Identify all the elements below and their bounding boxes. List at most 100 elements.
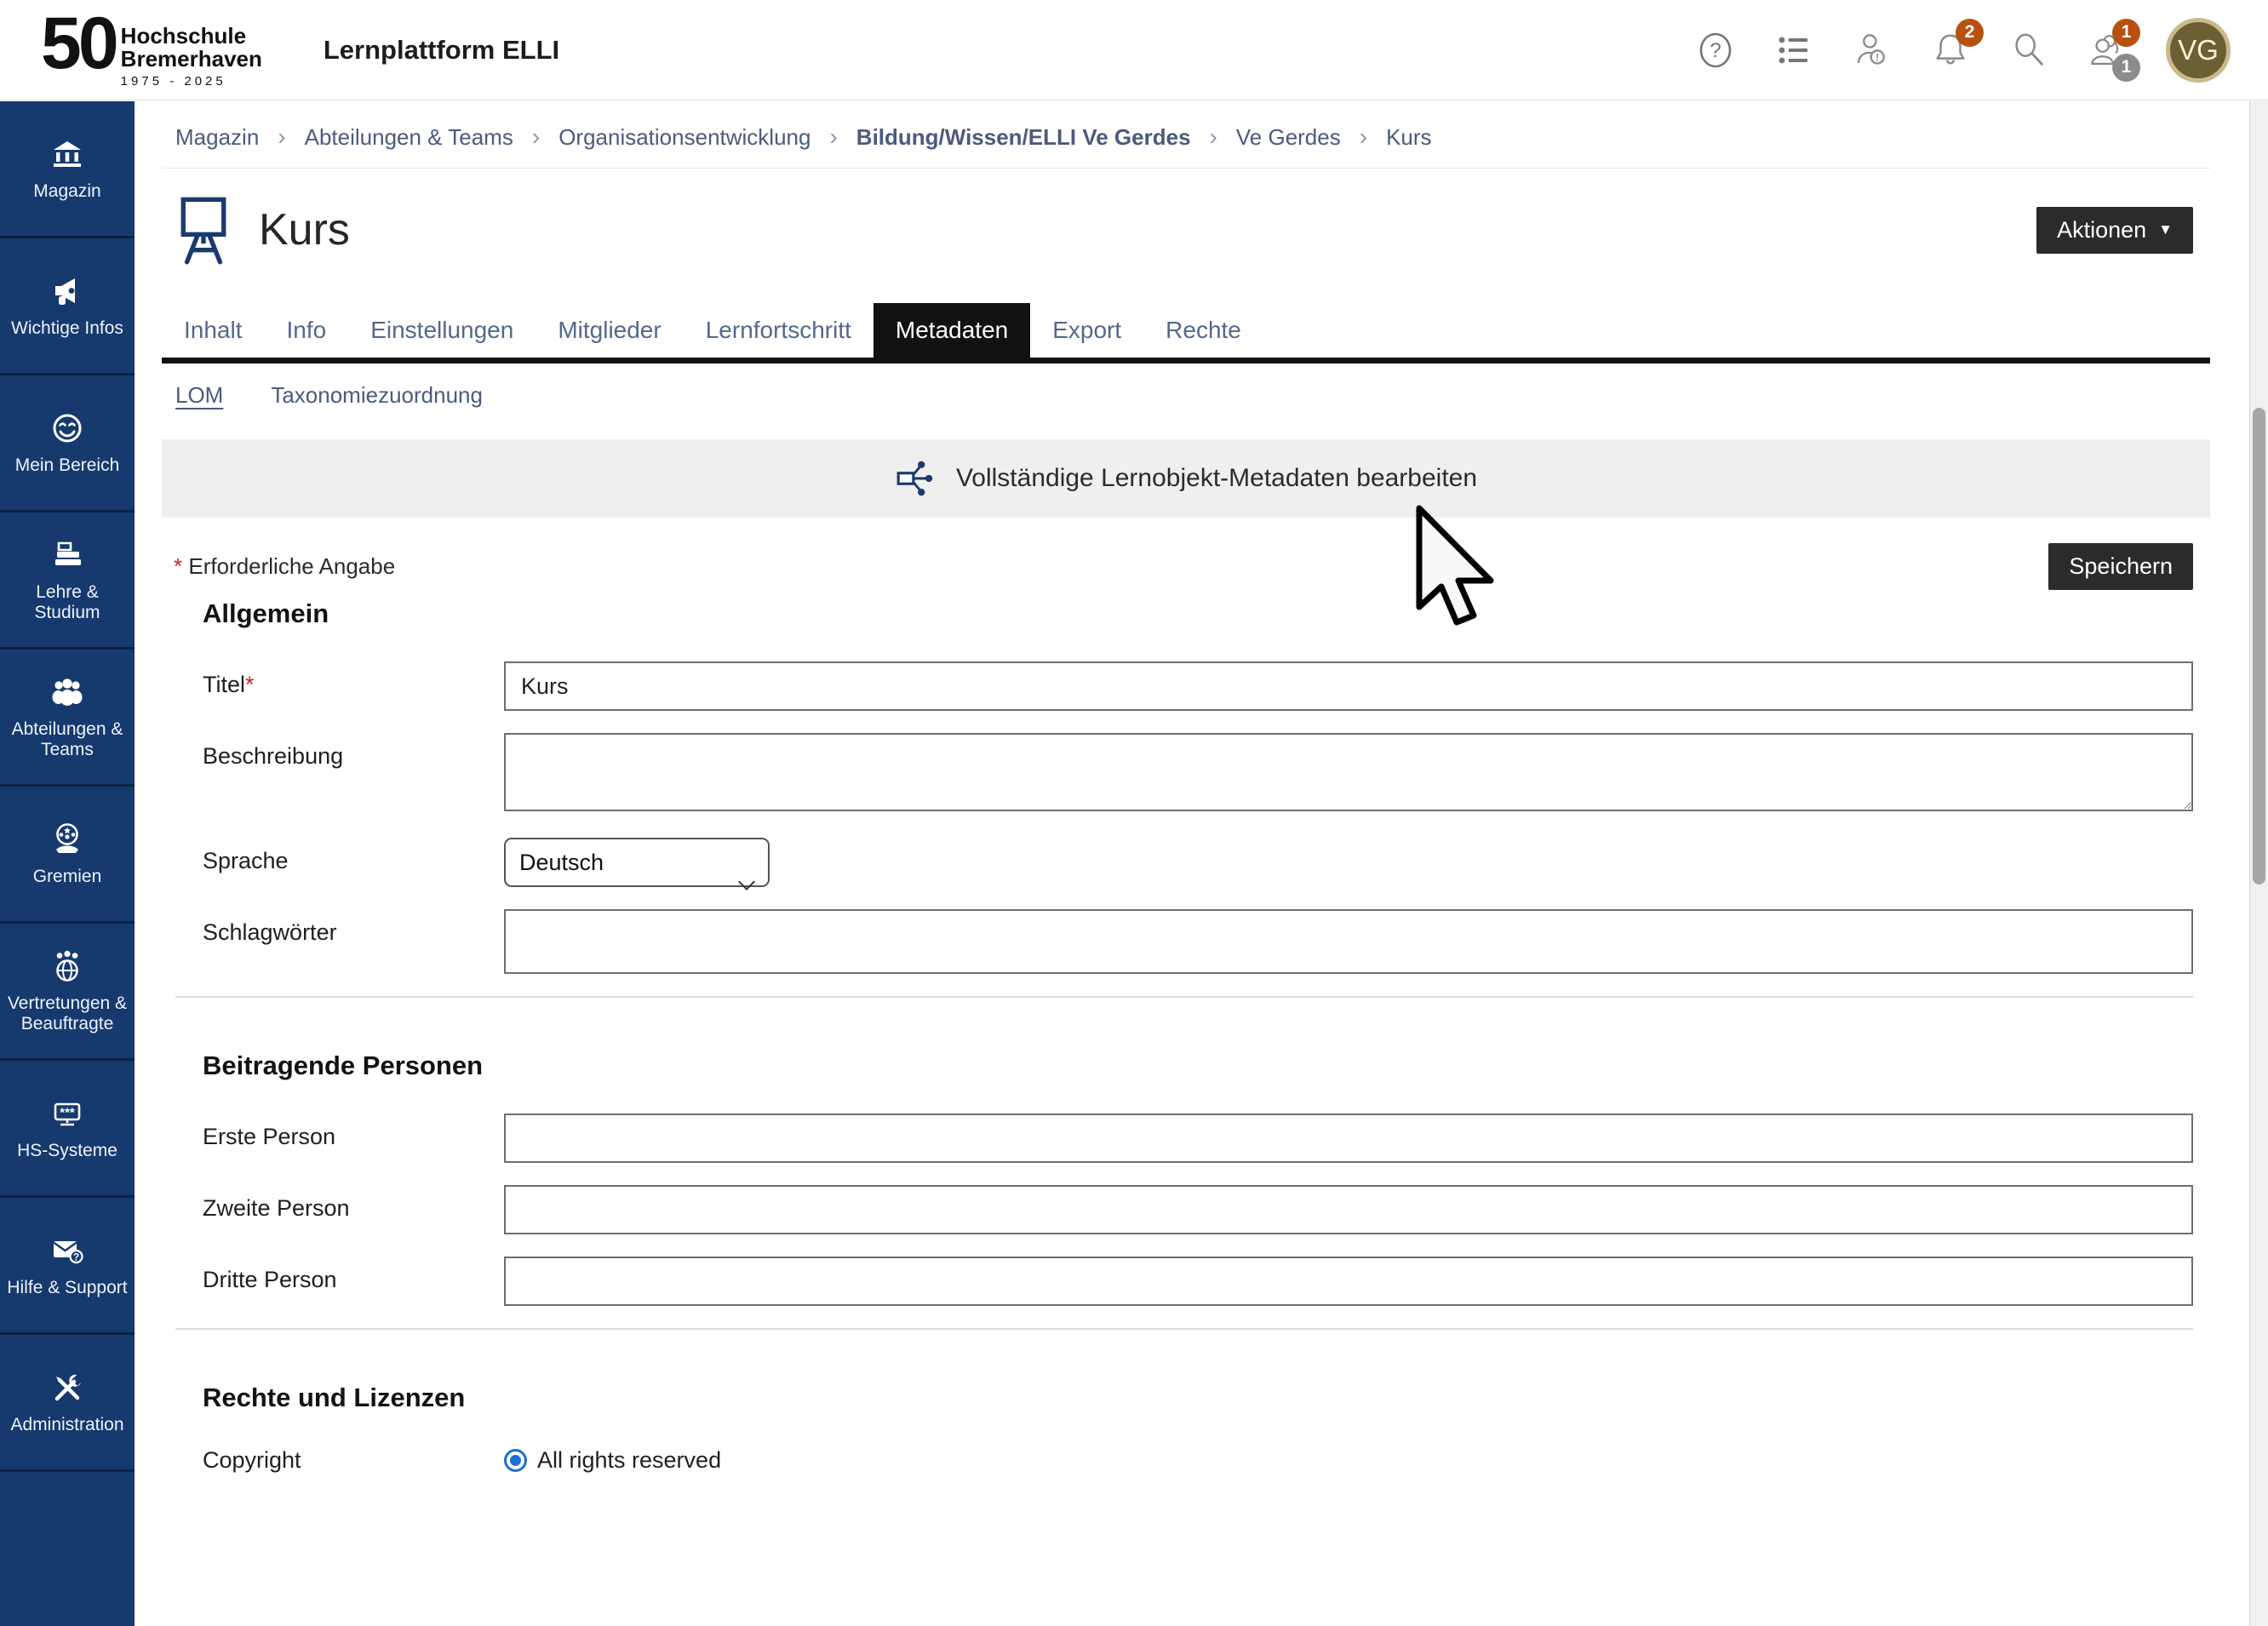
app-window: 50 Hochschule Bremerhaven 1975 - 2025 Le…	[0, 0, 2268, 1626]
tab-rechte[interactable]: Rechte	[1143, 303, 1263, 358]
aktionen-button[interactable]: Aktionen ▼	[2036, 207, 2193, 254]
sidebar-item-mein-bereich[interactable]: Mein Bereich	[0, 375, 135, 512]
breadcrumb-item-ve-gerdes[interactable]: Ve Gerdes	[1236, 124, 1341, 151]
sidebar-label: Abteilungen & Teams	[0, 719, 135, 760]
tab-info[interactable]: Info	[265, 303, 349, 358]
form-row-sprache: Sprache Deutsch	[162, 838, 2210, 887]
erste-person-control	[504, 1114, 2193, 1163]
form-row-schlagwoerter: Schlagwörter	[162, 909, 2210, 974]
committee-icon	[48, 821, 87, 858]
sidebar-item-gremien[interactable]: Gremien	[0, 787, 135, 924]
hochschule-bremerhaven-logo[interactable]: 50 Hochschule Bremerhaven 1975 - 2025	[41, 11, 262, 89]
breadcrumb-item-organisationsentwicklung[interactable]: Organisationsentwicklung	[558, 124, 810, 151]
scrollbar-thumb[interactable]	[2253, 408, 2265, 885]
user-avatar[interactable]: VG	[2166, 18, 2231, 83]
metadata-nodes-icon	[895, 459, 937, 498]
breadcrumb-item-magazin[interactable]: Magazin	[175, 124, 259, 151]
bullet-list-icon	[1774, 31, 1813, 70]
beschreibung-textarea[interactable]	[504, 733, 2193, 811]
sidebar-label: Mein Bereich	[13, 455, 123, 476]
subtab-lom[interactable]: LOM	[175, 382, 223, 409]
subtab-taxonomiezuordnung[interactable]: Taxonomiezuordnung	[271, 382, 483, 409]
page-title-row: Kurs Aktionen ▼	[162, 186, 2210, 274]
breadcrumb: Magazin › Abteilungen & Teams › Organisa…	[162, 101, 2210, 169]
sidebar-label: Administration	[8, 1415, 126, 1435]
zweite-person-input[interactable]	[504, 1185, 2193, 1234]
tab-export[interactable]: Export	[1030, 303, 1143, 358]
page-title: Kurs	[259, 204, 350, 255]
user-alert-icon: !	[1853, 28, 1892, 72]
titel-label-text: Titel	[203, 672, 245, 697]
sidebar-item-lehre-studium[interactable]: Lehre & Studium	[0, 512, 135, 650]
vertical-scrollbar[interactable]	[2249, 101, 2268, 1626]
todo-list-icon[interactable]	[1774, 31, 1813, 70]
titel-label: Titel*	[203, 661, 504, 711]
zweite-person-label: Zweite Person	[203, 1185, 504, 1234]
notifications-bell-icon[interactable]: 2	[1931, 31, 1970, 70]
speichern-button[interactable]: Speichern	[2048, 543, 2193, 590]
breadcrumb-item-bildung-wissen[interactable]: Bildung/Wissen/ELLI Ve Gerdes	[856, 124, 1191, 151]
app-title: Lernplattform ELLI	[324, 35, 559, 66]
svg-text:?: ?	[73, 1251, 79, 1262]
sprache-label: Sprache	[203, 838, 504, 887]
tab-inhalt[interactable]: Inhalt	[162, 303, 265, 358]
tools-icon	[48, 1369, 87, 1406]
breadcrumb-item-abteilungen[interactable]: Abteilungen & Teams	[305, 124, 513, 151]
dritte-person-control	[504, 1257, 2193, 1306]
help-icon[interactable]: ?	[1696, 31, 1735, 70]
contacts-icon[interactable]: 1 1	[2088, 31, 2127, 70]
beschreibung-control	[504, 733, 2193, 816]
logo-text: Hochschule Bremerhaven 1975 - 2025	[121, 25, 262, 89]
awareness-user-icon[interactable]: !	[1853, 31, 1892, 70]
section-allgemein: Titel* Beschreibung Sprache Deutsch	[162, 661, 2210, 974]
magnifier-icon	[2009, 30, 2048, 71]
erste-person-input[interactable]	[504, 1114, 2193, 1163]
course-easel-icon	[174, 195, 233, 265]
sidebar-item-vertretungen-beauftragte[interactable]: Vertretungen & Beauftragte	[0, 924, 135, 1061]
people-group-icon	[48, 673, 87, 711]
sidebar-item-administration[interactable]: Administration	[0, 1335, 135, 1472]
edit-full-metadata-banner[interactable]: Vollständige Lernobjekt-Metadaten bearbe…	[162, 439, 2210, 518]
svg-text:***: ***	[60, 1105, 75, 1119]
chevron-right-icon: ›	[829, 123, 837, 151]
form-row-beschreibung: Beschreibung	[162, 733, 2210, 816]
contacts-badge-new: 1	[2112, 19, 2140, 47]
section-heading-allgemein: Allgemein	[203, 598, 2210, 629]
radio-dot	[510, 1455, 521, 1466]
section-heading-rechte: Rechte und Lizenzen	[203, 1383, 2210, 1413]
sidebar-item-wichtige-infos[interactable]: Wichtige Infos	[0, 238, 135, 375]
schlagwoerter-input[interactable]	[504, 909, 2193, 974]
copyright-option-all-rights-reserved[interactable]: All rights reserved	[504, 1447, 721, 1474]
search-icon[interactable]	[2009, 31, 2048, 70]
sidebar-label: Gremien	[31, 867, 105, 887]
monitor-icon: ***	[48, 1095, 87, 1132]
zweite-person-control	[504, 1185, 2193, 1234]
dritte-person-label: Dritte Person	[203, 1257, 504, 1306]
sidebar-item-abteilungen-teams[interactable]: Abteilungen & Teams	[0, 650, 135, 787]
section-heading-beitragende: Beitragende Personen	[203, 1051, 2210, 1081]
radio-selected-icon[interactable]	[504, 1449, 527, 1472]
section-beitragende: Erste Person Zweite Person Dritte Person	[162, 1114, 2210, 1306]
sidebar-label: Wichtige Infos	[9, 318, 126, 339]
tab-einstellungen[interactable]: Einstellungen	[348, 303, 536, 358]
breadcrumb-item-kurs[interactable]: Kurs	[1386, 124, 1431, 151]
tab-metadaten[interactable]: Metadaten	[873, 303, 1030, 358]
dritte-person-input[interactable]	[504, 1257, 2193, 1306]
logo-line2: Bremerhaven	[121, 46, 262, 72]
titel-input[interactable]	[504, 661, 2193, 711]
bank-icon	[48, 135, 87, 173]
tab-lernfortschritt[interactable]: Lernfortschritt	[684, 303, 873, 358]
sidebar-item-hilfe-support[interactable]: ? Hilfe & Support	[0, 1198, 135, 1335]
aktionen-label: Aktionen	[2057, 217, 2146, 243]
sidebar-label: Hilfe & Support	[4, 1278, 129, 1298]
chevron-down-icon: ▼	[2158, 221, 2173, 238]
tab-mitglieder[interactable]: Mitglieder	[536, 303, 683, 358]
main-content: Magazin › Abteilungen & Teams › Organisa…	[135, 101, 2251, 1626]
sidebar-item-hs-systeme[interactable]: *** HS-Systeme	[0, 1061, 135, 1198]
required-note: * Erforderliche Angabe	[174, 553, 395, 580]
copyright-label: Copyright	[203, 1447, 504, 1474]
sprache-select[interactable]: Deutsch	[504, 838, 770, 887]
sidebar-item-magazin[interactable]: Magazin	[0, 101, 135, 238]
contacts-badge-total: 1	[2112, 54, 2140, 82]
form-row-erste-person: Erste Person	[162, 1114, 2210, 1163]
